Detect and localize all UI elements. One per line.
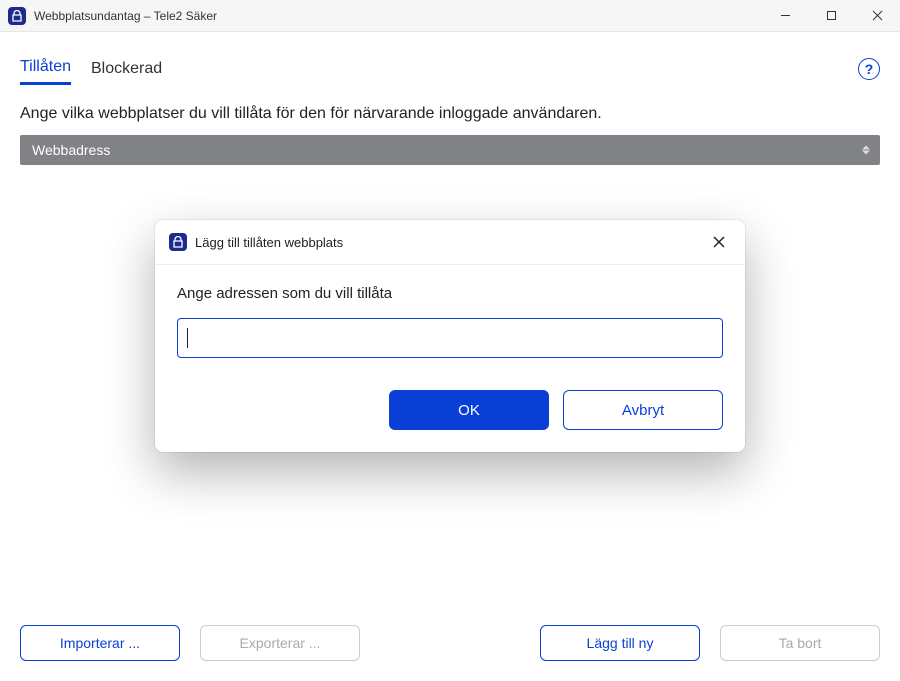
- window-title: Webbplatsundantag – Tele2 Säker: [34, 9, 217, 23]
- dialog-close-button[interactable]: [707, 230, 731, 254]
- app-logo-icon: [8, 7, 26, 25]
- address-input[interactable]: [177, 318, 723, 358]
- dialog-prompt: Ange adressen som du vill tillåta: [177, 285, 723, 302]
- import-button[interactable]: Importerar ...: [20, 625, 180, 661]
- column-header-label: Webbadress: [32, 142, 110, 158]
- dialog-title: Lägg till tillåten webbplats: [195, 235, 343, 250]
- help-icon[interactable]: ?: [858, 58, 880, 80]
- dialog-actions: OK Avbryt: [155, 368, 745, 452]
- ok-button[interactable]: OK: [389, 390, 549, 430]
- cancel-button[interactable]: Avbryt: [563, 390, 723, 430]
- dialog-body: Ange adressen som du vill tillåta: [155, 265, 745, 368]
- tab-blocked[interactable]: Blockerad: [91, 54, 162, 84]
- dialog-header: Lägg till tillåten webbplats: [155, 220, 745, 265]
- tabs-row: Tillåten Blockerad ?: [0, 32, 900, 85]
- maximize-button[interactable]: [808, 0, 854, 32]
- add-allowed-site-dialog: Lägg till tillåten webbplats Ange adress…: [155, 220, 745, 452]
- column-header-web-address[interactable]: Webbadress: [20, 135, 880, 165]
- add-new-button[interactable]: Lägg till ny: [540, 625, 700, 661]
- window-controls: [762, 0, 900, 32]
- titlebar: Webbplatsundantag – Tele2 Säker: [0, 0, 900, 32]
- tab-allowed[interactable]: Tillåten: [20, 52, 71, 85]
- dialog-logo-icon: [169, 233, 187, 251]
- remove-button: Ta bort: [720, 625, 880, 661]
- close-button[interactable]: [854, 0, 900, 32]
- export-button: Exporterar ...: [200, 625, 360, 661]
- sort-icon[interactable]: [862, 146, 870, 155]
- page-instruction: Ange vilka webbplatser du vill tillåta f…: [0, 85, 900, 135]
- bottom-toolbar: Importerar ... Exporterar ... Lägg till …: [0, 625, 900, 661]
- minimize-button[interactable]: [762, 0, 808, 32]
- text-caret: [187, 328, 188, 348]
